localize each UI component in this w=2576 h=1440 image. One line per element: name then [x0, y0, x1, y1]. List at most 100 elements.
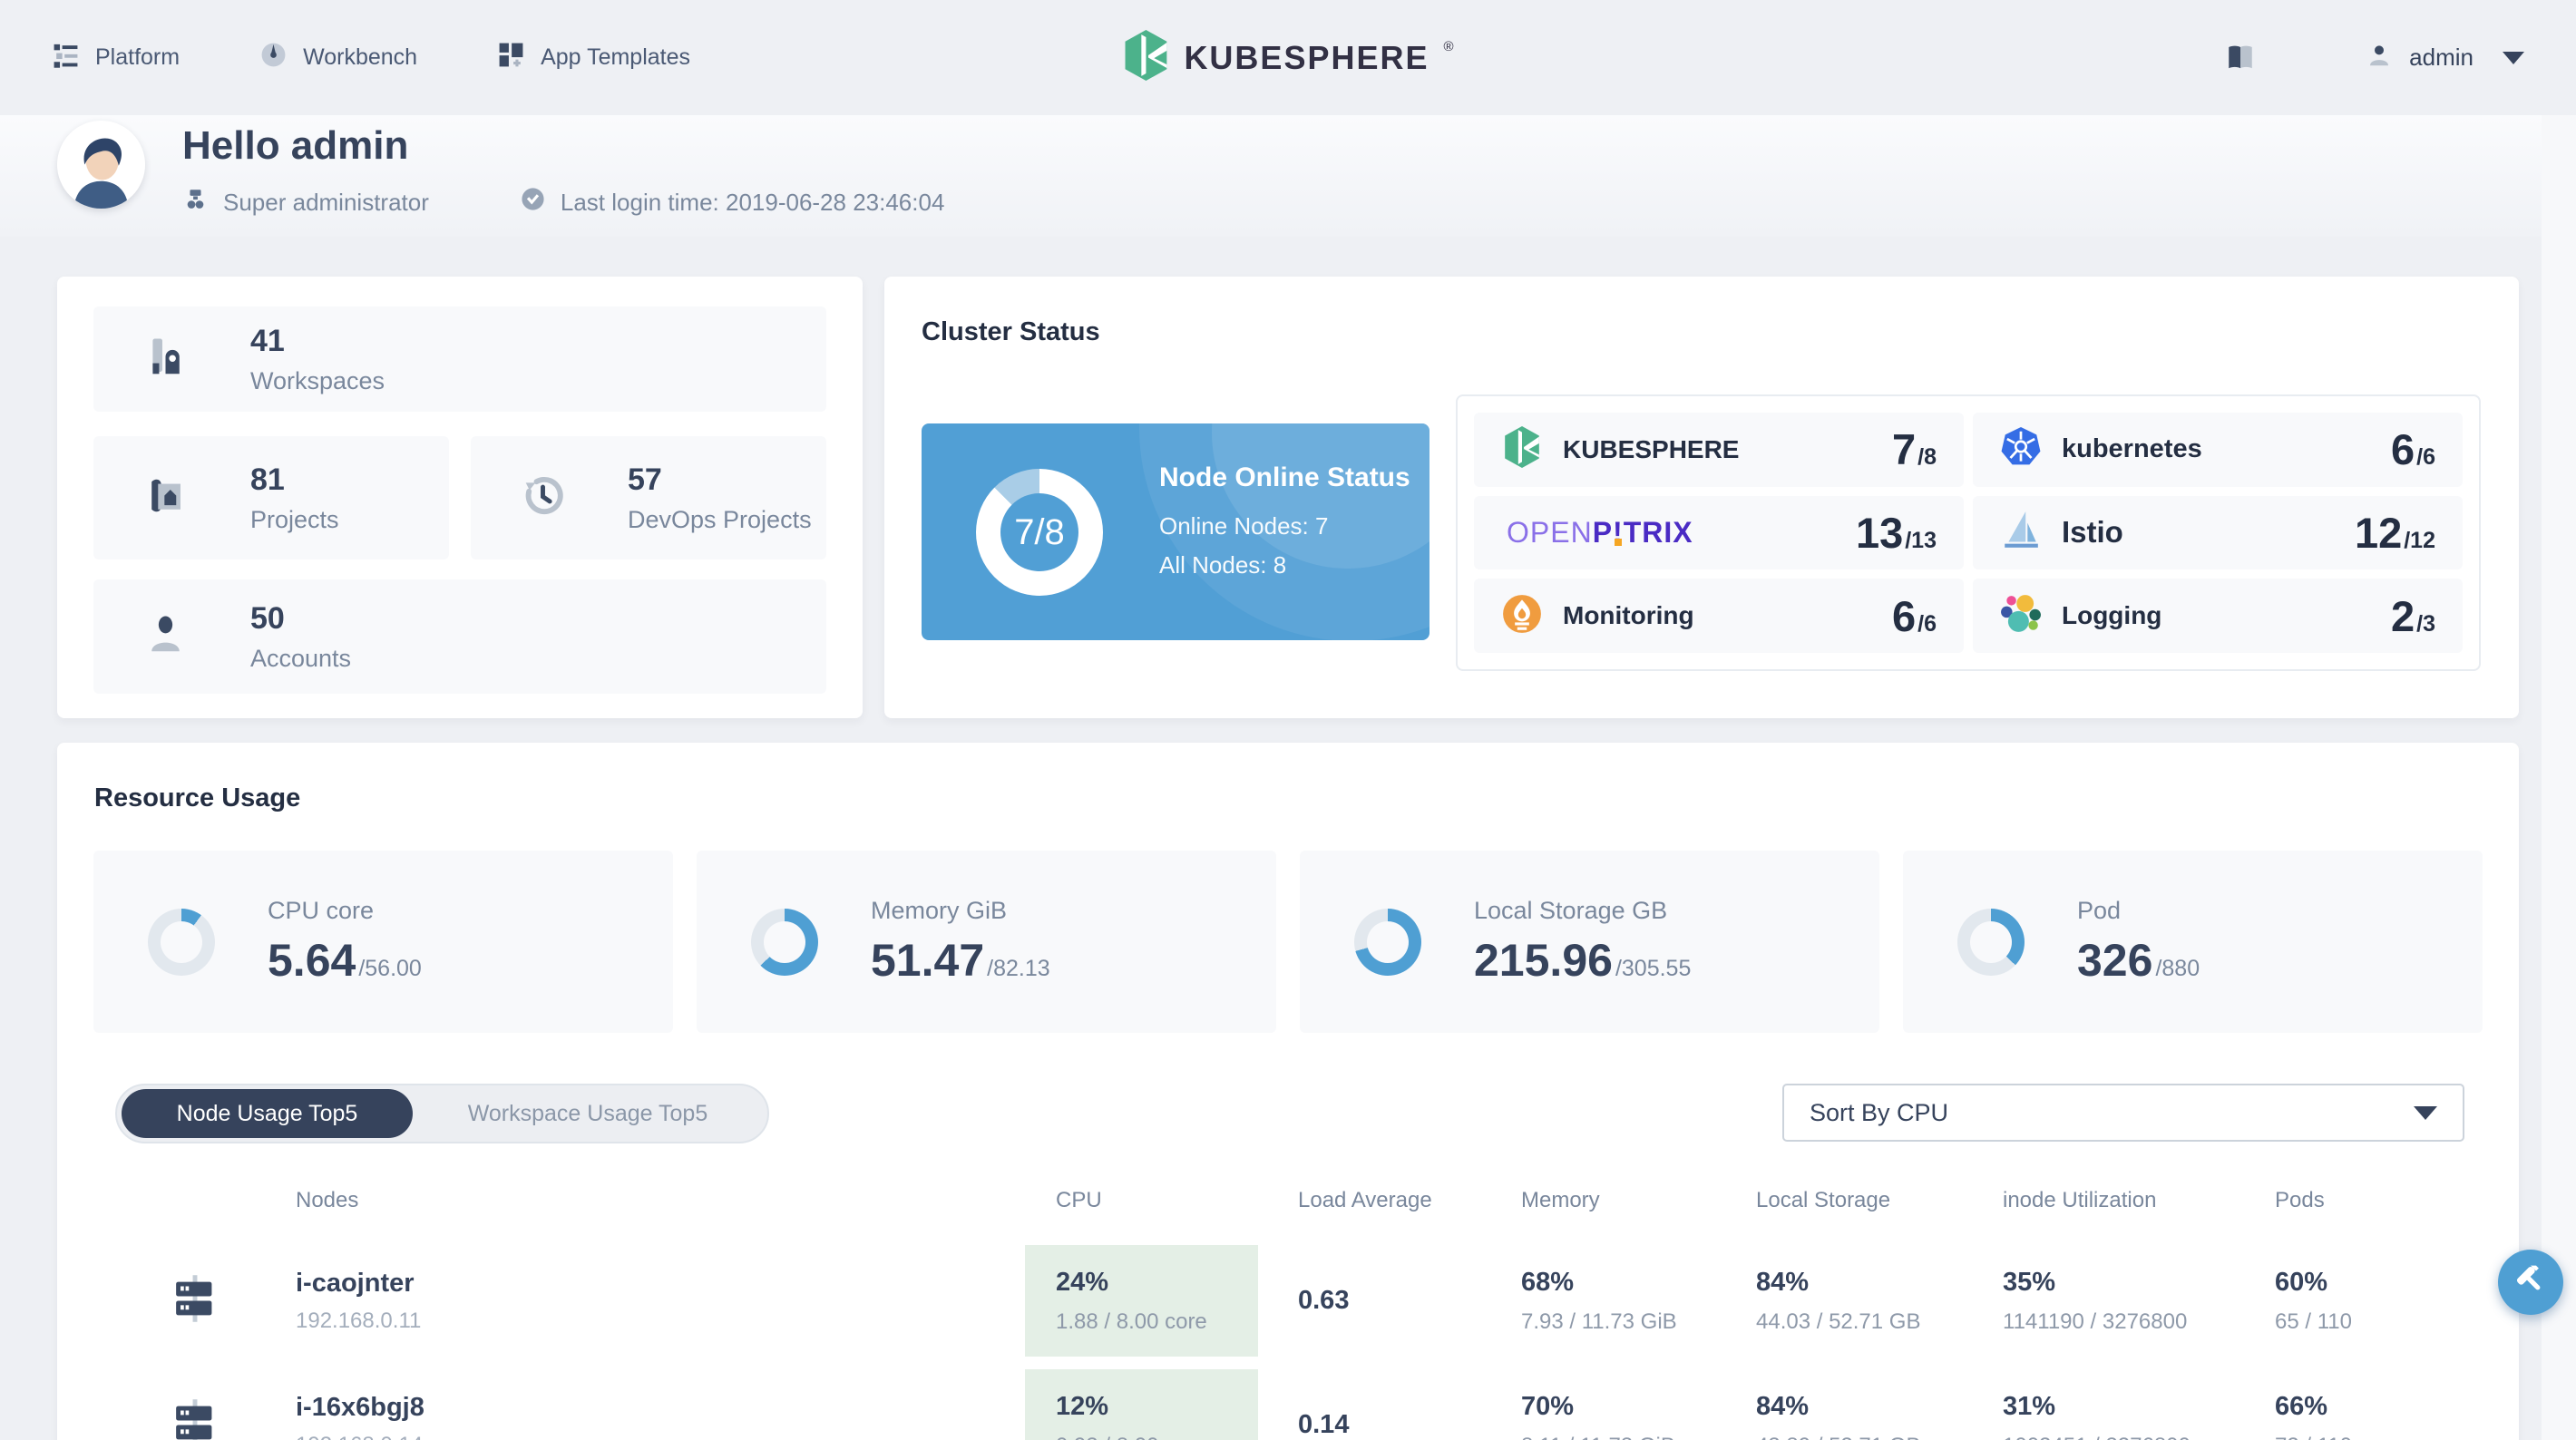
metric-used: 215.96: [1474, 935, 1613, 986]
service-kubesphere[interactable]: KUBESPHERE 7/8: [1474, 413, 1964, 487]
nav-item-workbench[interactable]: Workbench: [259, 41, 417, 75]
inode-percent: 31%: [2003, 1391, 2056, 1421]
node-ip: 192.168.0.11: [296, 1308, 422, 1333]
cluster-status-title: Cluster Status: [922, 317, 1100, 346]
col-pods: Pods: [2275, 1188, 2325, 1212]
toolbox-fab-button[interactable]: [2498, 1250, 2563, 1315]
role-badge-icon: [182, 186, 209, 219]
platform-icon: [52, 41, 80, 75]
pods-percent: 60%: [2275, 1267, 2328, 1297]
hello-band: Hello admin Super administrator Last log…: [0, 115, 2576, 237]
accounts-tile[interactable]: 50 Accounts: [93, 579, 826, 694]
pods-percent: 66%: [2275, 1391, 2328, 1421]
inode-detail: 1002451 / 3276800: [2003, 1434, 2275, 1440]
workspaces-label: Workspaces: [250, 366, 385, 394]
nav-right: admin: [2224, 42, 2524, 74]
cpu-detail: 1.88 / 8.00 core: [1056, 1309, 1207, 1334]
service-total: /6: [2416, 444, 2435, 471]
inode-cell: 35% 1141190 / 3276800: [2003, 1245, 2275, 1357]
node-online-ratio: 7/8: [1014, 511, 1065, 552]
nav-item-label: Workbench: [303, 44, 418, 70]
service-total: /8: [1917, 444, 1937, 471]
metric-total: /305.55: [1615, 956, 1692, 981]
inode-percent: 35%: [2003, 1267, 2056, 1297]
service-total: /6: [1917, 610, 1937, 637]
service-istio[interactable]: Istio 12/12: [1973, 495, 2463, 570]
select-caret-icon: [2414, 1105, 2437, 1120]
scrollbar-track[interactable]: [2542, 115, 2576, 1440]
memory-donut: [751, 908, 818, 976]
gauge-icon: [259, 41, 288, 75]
logo-registered-mark: ®: [1443, 39, 1454, 54]
pods-cell: 60% 65 / 110: [2275, 1245, 2483, 1357]
cpu-percent: 24%: [1056, 1267, 1109, 1297]
usage-tabs: Node Usage Top5 Workspace Usage Top5: [115, 1084, 769, 1143]
app-grid-icon: [497, 41, 525, 75]
accounts-icon: [144, 613, 187, 660]
clock-check-icon: [520, 186, 546, 219]
storage-percent: 84%: [1756, 1391, 1810, 1421]
monitoring-icon: [1501, 593, 1543, 639]
resource-metrics: CPU core 5.64/56.00 Memory GiB 51.47/82.…: [93, 851, 2483, 1033]
storage-metric-tile: Local Storage GB 215.96/305.55: [1300, 851, 1879, 1033]
col-load-average: Load Average: [1298, 1188, 1432, 1212]
memory-detail: 7.93 / 11.73 GiB: [1521, 1309, 1677, 1334]
cpu-cell: 12% 0.93 / 8.00 core: [1025, 1369, 1258, 1440]
user-name: admin: [2409, 44, 2474, 71]
metric-total: /82.13: [987, 956, 1050, 981]
resource-usage-title: Resource Usage: [94, 783, 301, 812]
projects-tile[interactable]: 81 Projects: [93, 436, 449, 559]
memory-percent: 68%: [1521, 1267, 1575, 1297]
workspaces-tile[interactable]: 41 Workspaces: [93, 306, 826, 412]
memory-percent: 70%: [1521, 1391, 1575, 1421]
sort-by-select[interactable]: Sort By CPU: [1782, 1084, 2464, 1142]
node-usage-table: Nodes CPU Load Average Memory Local Stor…: [93, 1188, 2483, 1440]
cpu-percent: 12%: [1056, 1391, 1109, 1421]
nav-item-label: Platform: [95, 44, 181, 70]
kubesphere-icon: [1501, 426, 1543, 472]
pods-cell: 66% 72 / 110: [2275, 1369, 2483, 1440]
last-login-label: Last login time: 2019-06-28 23:46:04: [560, 188, 945, 216]
greeting: Hello admin: [182, 123, 409, 168]
kubesphere-logo[interactable]: KUBESPHERE ®: [1122, 30, 1454, 85]
metric-used: 326: [2077, 935, 2153, 986]
online-nodes-text: Online Nodes: 7: [1159, 511, 1329, 540]
node-name[interactable]: i-16x6bgj8: [296, 1393, 1025, 1423]
docs-book-icon[interactable]: [2224, 42, 2257, 74]
service-total: /13: [1905, 527, 1937, 553]
table-row[interactable]: i-caojnter 192.168.0.11 24% 1.88 / 8.00 …: [93, 1245, 2483, 1357]
table-row[interactable]: i-16x6bgj8 192.168.0.14 12% 0.93 / 8.00 …: [93, 1369, 2483, 1440]
component-status-grid: KUBESPHERE 7/8 kubernetes 6/6 OPENP!TRIX…: [1456, 394, 2481, 671]
storage-cell: 84% 44.03 / 52.71 GB: [1756, 1245, 2003, 1357]
service-logging[interactable]: Logging 2/3: [1973, 579, 2463, 653]
projects-icon: [144, 474, 187, 521]
nav-item-app-templates[interactable]: App Templates: [497, 41, 690, 75]
storage-percent: 84%: [1756, 1267, 1810, 1297]
service-monitoring[interactable]: Monitoring 6/6: [1474, 579, 1964, 653]
devops-label: DevOps Projects: [628, 505, 812, 533]
user-menu[interactable]: admin: [2366, 42, 2524, 73]
metric-used: 5.64: [268, 935, 356, 986]
devops-tile[interactable]: 57 DevOps Projects: [471, 436, 826, 559]
user-icon: [2366, 42, 2393, 73]
col-cpu: CPU: [1056, 1188, 1102, 1212]
tab-workspace-usage-top5[interactable]: Workspace Usage Top5: [413, 1089, 763, 1138]
node-name[interactable]: i-caojnter: [296, 1269, 1025, 1299]
nav-left: Platform Workbench App Templates: [52, 41, 690, 75]
service-openpitrix[interactable]: OPENP!TRIX 13/13: [1474, 495, 1964, 570]
service-kubernetes[interactable]: kubernetes 6/6: [1973, 413, 2463, 487]
service-total: /12: [2404, 527, 2435, 553]
service-name: Monitoring: [1563, 601, 1694, 630]
service-count: 7: [1892, 425, 1917, 474]
hello-meta: Super administrator Last login time: 201…: [182, 186, 944, 219]
cpu-donut: [148, 908, 215, 976]
service-name: Istio: [2062, 515, 2123, 550]
kubernetes-icon: [2000, 426, 2042, 472]
service-count: 13: [1855, 508, 1904, 557]
memory-cell: 68% 7.93 / 11.73 GiB: [1521, 1245, 1756, 1357]
server-icon: [171, 1398, 220, 1440]
pod-donut: [1957, 908, 2025, 976]
nav-item-platform[interactable]: Platform: [52, 41, 180, 75]
load-average-value: 0.14: [1298, 1410, 1350, 1439]
tab-node-usage-top5[interactable]: Node Usage Top5: [122, 1089, 413, 1138]
